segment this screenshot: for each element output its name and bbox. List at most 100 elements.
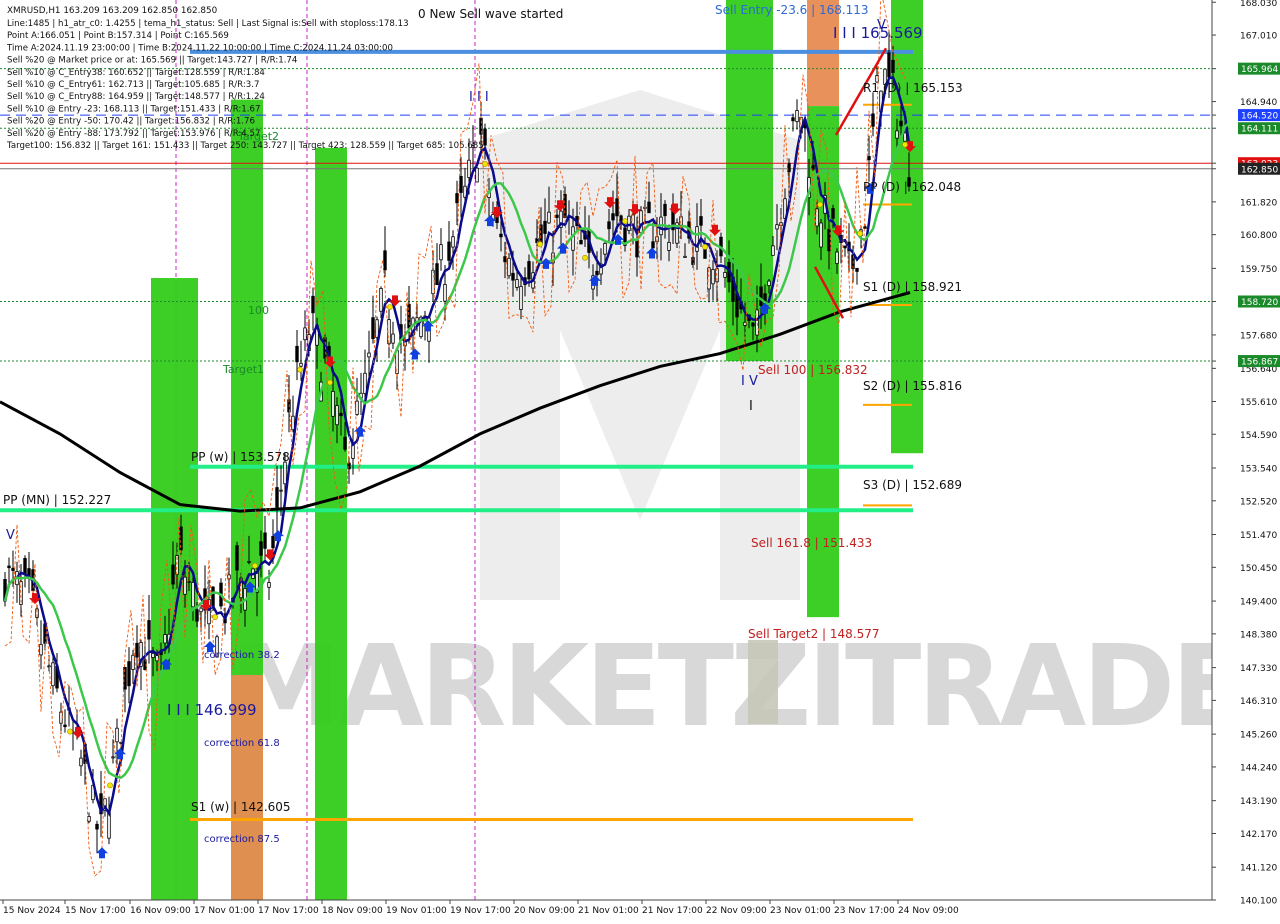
annotation-label: PP (w) | 153.578 [191,450,290,464]
y-tick-label: 168.030 [1240,0,1277,9]
candle-body [235,545,239,571]
candle-body [363,372,367,394]
candle-body [443,283,447,302]
candle-body [51,662,55,687]
x-tick-label: 22 Nov 09:00 [706,906,767,916]
info-line: Time A:2024.11.19 23:00:00 | Time B:2024… [6,43,393,53]
candle-body [455,193,459,204]
y-tick-label: 150.450 [1240,564,1277,574]
candle-body [483,128,487,146]
candle-body [447,241,451,261]
y-tick-label: 141.120 [1240,864,1277,874]
candle-body [467,159,471,178]
candle-body [843,245,847,249]
candle-body [887,52,891,78]
candle-body [579,240,583,245]
annotation-label: Sell Entry -23.6 | 168.113 [715,3,869,17]
info-line: Sell %20 @ Entry -88: 173.792 || Target:… [7,129,260,139]
candle-body [303,327,307,341]
annotation-label: S3 (D) | 152.689 [863,478,962,492]
candle-body [331,391,335,417]
info-line: Target100: 156.832 || Target 161: 151.43… [6,141,484,151]
signal-star-icon [537,241,543,248]
candle-body [275,487,279,508]
candle-body [291,415,295,431]
candle-body [543,220,547,234]
candle-body [151,653,155,658]
price-badge-label: 165.964 [1241,65,1278,75]
info-line: Point A:166.051 | Point B:157.314 | Poin… [7,31,229,41]
candle-body [711,269,715,285]
candle-body [703,248,707,259]
signal-star-icon [327,379,333,386]
annotation-label: PP (MN) | 152.227 [3,493,111,507]
candle-body [391,333,395,344]
info-line: Sell %10 @ Entry -23: 168.113 || Target:… [7,104,260,114]
candle-body [595,270,599,276]
candle-body [663,203,667,217]
y-tick-label: 144.240 [1240,763,1277,773]
candle-body [475,167,479,183]
y-tick-label: 157.680 [1240,331,1277,341]
signal-star-icon [387,304,393,310]
candle-body [267,582,271,588]
candle-body [775,224,779,230]
annotation-label: correction 87.5 [204,834,280,845]
candle-body [163,634,167,644]
y-tick-label: 145.260 [1240,731,1277,741]
candle-body [607,221,611,230]
annotation-label: PP (D) | 162.048 [863,180,961,194]
info-line: Sell %20 @ Entry -50: 170.42 || Target:1… [7,117,255,127]
price-chart[interactable]: MARKETZITRADE 0 New Sell wave started Sel… [0,0,1280,920]
candle-body [259,541,263,556]
y-tick-label: 159.750 [1240,265,1277,275]
watermark-text: MARKETZITRADE [230,622,1244,752]
x-tick-label: 15 Nov 17:00 [65,906,126,916]
candle-body [107,812,111,839]
y-tick-label: 153.540 [1240,465,1277,475]
signal-star-icon [702,243,708,250]
candle-body [63,724,67,728]
annotation-label: I I I 146.999 [167,701,257,719]
candle-body [855,267,859,272]
annotation-label: correction 38.2 [204,650,280,661]
y-tick-label: 140.100 [1240,897,1277,907]
x-tick-label: 19 Nov 17:00 [450,906,511,916]
y-tick-label: 154.590 [1240,431,1277,441]
candle-body [667,241,671,251]
price-badge-label: 158.720 [1241,298,1278,308]
candle-body [795,110,799,123]
candle-body [519,286,523,310]
x-tick-label: 16 Nov 09:00 [130,906,191,916]
candle-body [515,279,519,288]
x-tick-label: 17 Nov 17:00 [258,906,319,916]
x-tick-label: 21 Nov 01:00 [578,906,639,916]
candle-body [263,532,267,549]
candle-body [819,222,823,248]
info-line: Sell %20 @ Market price or at: 165.569 |… [7,56,297,66]
y-tick-label: 151.470 [1240,531,1277,541]
candle-body [871,113,875,127]
annotation-label: S1 (w) | 142.605 [191,800,291,814]
candle-body [379,287,383,312]
annotation-label: Target1 [222,363,264,376]
x-tick-label: 19 Nov 01:00 [386,906,447,916]
candle-body [683,255,687,258]
info-line: Sell %10 @ C_Entry61: 162.713 || Target:… [7,80,259,90]
info-line: Sell %10 @ C_Entry88: 164.959 || Target:… [7,92,265,102]
wave-v-marker: V [877,18,886,33]
signal-star-icon [857,230,863,237]
annotation-label: I [749,399,753,414]
candle-body [199,607,203,613]
candle-body [311,295,315,314]
candle-body [247,561,251,563]
price-badge-label: 164.111 [1241,125,1278,135]
x-tick-label: 24 Nov 09:00 [898,906,959,916]
annotation-label: S2 (D) | 155.816 [863,379,962,393]
candle-body [647,201,651,214]
annotation-label: Sell 100 | 156.832 [758,363,868,377]
candle-body [891,59,895,73]
candle-body [271,535,275,549]
price-badge-label: 156.867 [1241,358,1278,368]
candle-body [547,211,551,224]
